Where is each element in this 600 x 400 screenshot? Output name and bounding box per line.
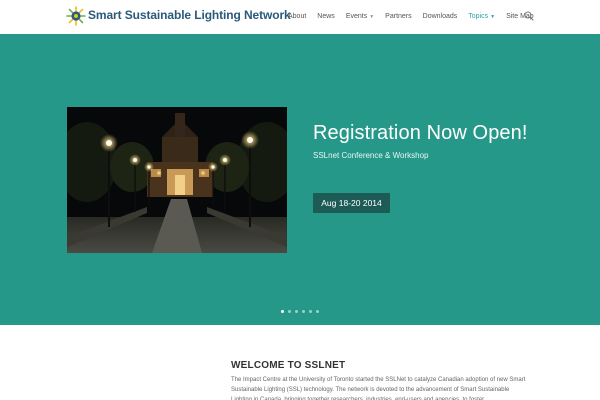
nav-item-about[interactable]: About xyxy=(288,13,306,20)
hero-title: Registration Now Open! xyxy=(313,122,528,144)
site-header: Smart Sustainable Lighting Network About… xyxy=(0,0,600,34)
welcome-text: The Impact Centre at the University of T… xyxy=(231,377,526,400)
slider-dot[interactable] xyxy=(295,310,298,313)
nav-item-news[interactable]: News xyxy=(317,13,335,20)
nav-item-partners[interactable]: Partners xyxy=(385,13,411,20)
slider-dot[interactable] xyxy=(302,310,305,313)
chevron-down-icon: ▼ xyxy=(490,13,496,20)
chevron-down-icon: ▼ xyxy=(369,13,375,20)
hero-subtitle: SSLnet Conference & Workshop xyxy=(313,151,429,160)
slider-dot[interactable] xyxy=(288,310,291,313)
campus-night-photo xyxy=(67,107,287,253)
welcome-heading: WELCOME TO SSLNET xyxy=(231,360,346,371)
slider-dot[interactable] xyxy=(309,310,312,313)
nav-label: About xyxy=(288,13,307,20)
main-nav: About News Events ▼ Partners Downloads To… xyxy=(288,13,545,20)
hero-slider: Registration Now Open! SSLnet Conference… xyxy=(0,34,600,325)
slider-pagination xyxy=(281,310,323,313)
search-icon[interactable] xyxy=(524,11,534,21)
nav-item-downloads[interactable]: Downloads xyxy=(423,13,458,20)
nav-label: Events xyxy=(345,13,368,20)
nav-item-topics[interactable]: Topics ▼ xyxy=(468,13,495,20)
nav-label: Downloads xyxy=(422,13,458,20)
event-date-button[interactable]: Aug 18-20 2014 xyxy=(313,193,390,213)
nav-label: News xyxy=(317,13,335,20)
nav-label: Partners xyxy=(385,13,412,20)
slider-dot[interactable] xyxy=(316,310,319,313)
sslnet-logo-icon[interactable] xyxy=(66,6,86,26)
nav-label: Topics xyxy=(468,13,489,20)
site-title[interactable]: Smart Sustainable Lighting Network xyxy=(88,8,291,22)
slider-dot[interactable] xyxy=(281,310,284,313)
nav-item-events[interactable]: Events ▼ xyxy=(346,13,374,20)
